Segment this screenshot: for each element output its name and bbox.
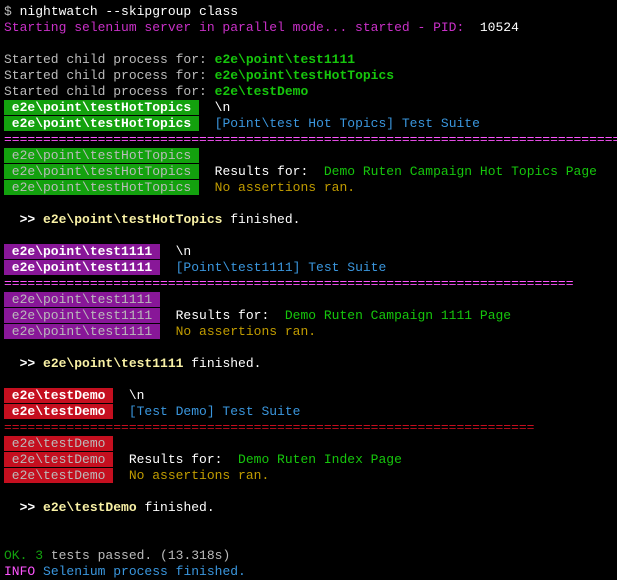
passed-text: tests passed. (13.318s) (43, 548, 230, 563)
fin-name: e2e\point\testHotTopics (43, 212, 222, 227)
summary-info: INFO Selenium process finished. (4, 564, 613, 580)
results-for-label: Results for: (199, 164, 324, 179)
demo-nl-text: \n (113, 388, 144, 403)
started-prefix: Started child process for: (4, 68, 215, 83)
demo-tag: e2e\testDemo (4, 468, 113, 483)
started-prefix: Started child process for: (4, 84, 215, 99)
t1111-nl-text: \n (160, 244, 191, 259)
t1111-sep: ========================================… (4, 276, 613, 292)
t1111-tag: e2e\point\test1111 (4, 292, 160, 307)
command-line: $ nightwatch --skipgroup class (4, 4, 613, 20)
demo-tag: e2e\testDemo (4, 388, 113, 403)
hot-tag: e2e\point\testHotTopics (4, 100, 199, 115)
hot-blank: e2e\point\testHotTopics (4, 148, 613, 164)
demo-nl: e2e\testDemo \n (4, 388, 613, 404)
started-1: Started child process for: e2e\point\tes… (4, 52, 613, 68)
hot-noassert: e2e\point\testHotTopics No assertions ra… (4, 180, 613, 196)
hot-tag: e2e\point\testHotTopics (4, 180, 199, 195)
blank (4, 516, 613, 532)
t1111-tag: e2e\point\test1111 (4, 324, 160, 339)
t1111-tag: e2e\point\test1111 (4, 244, 160, 259)
info-label: INFO (4, 564, 35, 579)
selenium-start: Starting selenium server in parallel mod… (4, 20, 613, 36)
fin-name: e2e\point\test1111 (43, 356, 183, 371)
demo-finished: >> e2e\testDemo finished. (4, 500, 613, 516)
t1111-tag: e2e\point\test1111 (4, 308, 160, 323)
fin-pre: >> (4, 356, 43, 371)
blank (4, 196, 613, 212)
hot-finished: >> e2e\point\testHotTopics finished. (4, 212, 613, 228)
t1111-finished: >> e2e\point\test1111 finished. (4, 356, 613, 372)
prompt: $ (4, 4, 20, 19)
demo-results: e2e\testDemo Results for: Demo Ruten Ind… (4, 452, 613, 468)
summary-ok: OK. 3 tests passed. (13.318s) (4, 548, 613, 564)
no-assertions: No assertions ran. (160, 324, 316, 339)
demo-sep: ========================================… (4, 420, 613, 436)
blank (4, 340, 613, 356)
results-for-label: Results for: (113, 452, 238, 467)
selenium-start-msg: Starting selenium server in parallel mod… (4, 20, 464, 35)
fin-post: finished. (137, 500, 215, 515)
blank (4, 484, 613, 500)
fin-pre: >> (4, 500, 43, 515)
t1111-suite-label: [Point\test1111] Test Suite (160, 260, 386, 275)
fin-pre: >> (4, 212, 43, 227)
fin-post: finished. (222, 212, 300, 227)
hot-tag: e2e\point\testHotTopics (4, 148, 199, 163)
demo-tag: e2e\testDemo (4, 452, 113, 467)
t1111-suite: e2e\point\test1111 [Point\test1111] Test… (4, 260, 613, 276)
t1111-results: e2e\point\test1111 Results for: Demo Rut… (4, 308, 613, 324)
demo-tag: e2e\testDemo (4, 436, 113, 451)
demo-noassert: e2e\testDemo No assertions ran. (4, 468, 613, 484)
started-proc-3: e2e\testDemo (215, 84, 309, 99)
no-assertions: No assertions ran. (113, 468, 269, 483)
demo-tag: e2e\testDemo (4, 404, 113, 419)
demo-suite: e2e\testDemo [Test Demo] Test Suite (4, 404, 613, 420)
hot-tag: e2e\point\testHotTopics (4, 164, 199, 179)
command: nightwatch --skipgroup class (20, 4, 238, 19)
selenium-pid: 10524 (464, 20, 519, 35)
t1111-tag: e2e\point\test1111 (4, 260, 160, 275)
blank (4, 532, 613, 548)
hot-demo-name: Demo Ruten Campaign Hot Topics Page (324, 164, 597, 179)
fin-post: finished. (183, 356, 261, 371)
demo-name: Demo Ruten Index Page (238, 452, 402, 467)
fin-name: e2e\testDemo (43, 500, 137, 515)
hot-suite: e2e\point\testHotTopics [Point\test Hot … (4, 116, 613, 132)
hot-nl-text: \n (199, 100, 230, 115)
hot-sep: ========================================… (4, 132, 613, 148)
t1111-blank: e2e\point\test1111 (4, 292, 613, 308)
ok-count: OK. 3 (4, 548, 43, 563)
t1111-nl: e2e\point\test1111 \n (4, 244, 613, 260)
started-proc-1: e2e\point\test1111 (215, 52, 355, 67)
demo-blank: e2e\testDemo (4, 436, 613, 452)
started-prefix: Started child process for: (4, 52, 215, 67)
blank (4, 228, 613, 244)
started-2: Started child process for: e2e\point\tes… (4, 68, 613, 84)
t1111-demo-name: Demo Ruten Campaign 1111 Page (285, 308, 511, 323)
started-3: Started child process for: e2e\testDemo (4, 84, 613, 100)
hot-nl: e2e\point\testHotTopics \n (4, 100, 613, 116)
blank (4, 372, 613, 388)
blank (4, 36, 613, 52)
started-proc-2: e2e\point\testHotTopics (215, 68, 394, 83)
no-assertions: No assertions ran. (199, 180, 355, 195)
t1111-noassert: e2e\point\test1111 No assertions ran. (4, 324, 613, 340)
demo-suite-label: [Test Demo] Test Suite (113, 404, 300, 419)
hot-tag: e2e\point\testHotTopics (4, 116, 199, 131)
hot-results: e2e\point\testHotTopics Results for: Dem… (4, 164, 613, 180)
results-for-label: Results for: (160, 308, 285, 323)
selenium-done: Selenium process finished. (35, 564, 246, 579)
hot-suite-label: [Point\test Hot Topics] Test Suite (199, 116, 480, 131)
